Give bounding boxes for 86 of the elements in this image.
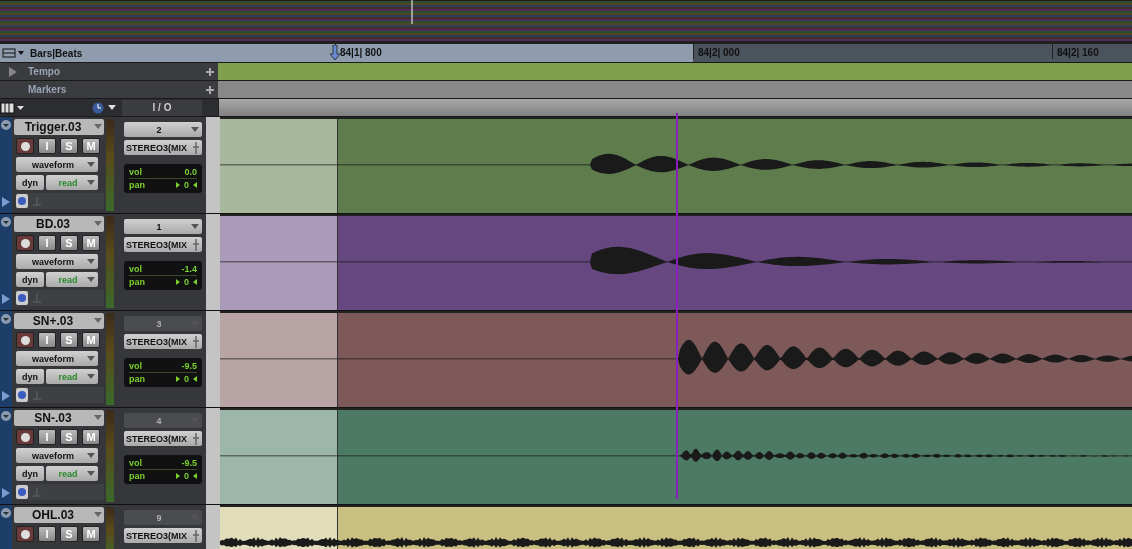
- record-icon: [20, 335, 30, 345]
- output-dropdown[interactable]: STEREO3(MIX: [124, 431, 202, 446]
- collapse-icon[interactable]: [1, 217, 11, 227]
- audio-clip[interactable]: [220, 117, 1132, 213]
- input-dropdown[interactable]: 1: [124, 219, 202, 234]
- pan-value[interactable]: 0: [176, 373, 197, 385]
- expand-triangle-icon[interactable]: [2, 488, 10, 498]
- collapse-icon[interactable]: [1, 508, 11, 518]
- fader-icon: [192, 529, 200, 542]
- audio-clip[interactable]: [220, 214, 1132, 310]
- pan-label: pan: [129, 470, 145, 482]
- fader-icon: [192, 238, 200, 251]
- collapse-icon[interactable]: [1, 314, 11, 324]
- voice-icon[interactable]: [16, 194, 28, 208]
- fader-icon: [192, 141, 200, 154]
- collapse-icon[interactable]: [1, 411, 11, 421]
- view-dropdown[interactable]: waveform: [16, 448, 98, 463]
- record-icon: [20, 432, 30, 442]
- pan-value[interactable]: 0: [176, 179, 197, 191]
- record-icon: [20, 529, 30, 539]
- expand-triangle-icon[interactable]: [2, 197, 10, 207]
- expand-triangle-icon[interactable]: [2, 391, 10, 401]
- vol-value[interactable]: -9.5: [181, 457, 197, 469]
- output-dropdown[interactable]: STEREO3(MIX: [124, 237, 202, 252]
- arrow-icon: [193, 376, 197, 382]
- dyn-button[interactable]: dyn: [16, 175, 44, 190]
- record-button[interactable]: [16, 235, 34, 251]
- record-button[interactable]: [16, 429, 34, 445]
- ruler-label: Bars|Beats: [30, 47, 83, 59]
- fader-icon: [192, 432, 200, 445]
- view-dropdown[interactable]: waveform: [16, 254, 98, 269]
- arrow-icon: [176, 182, 180, 188]
- output-dropdown[interactable]: STEREO3(MIX: [124, 140, 202, 155]
- view-dropdown[interactable]: waveform: [16, 351, 98, 366]
- vol-label: vol: [129, 263, 142, 275]
- ruler-tick-label: 84|2| 160: [1052, 44, 1099, 59]
- output-dropdown[interactable]: STEREO3(MIX: [124, 528, 202, 543]
- record-button[interactable]: [16, 526, 34, 542]
- pan-value[interactable]: 0: [176, 276, 197, 288]
- vol-label: vol: [129, 457, 142, 469]
- pan-label: pan: [129, 373, 145, 385]
- arrow-icon: [176, 376, 180, 382]
- arrow-icon: [176, 279, 180, 285]
- expand-triangle-icon[interactable]: [2, 294, 10, 304]
- io-column-header: I / O: [122, 99, 202, 116]
- expand-triangle-icon[interactable]: [8, 66, 18, 77]
- ruler-row-label: Tempo: [28, 66, 62, 77]
- record-icon: [20, 141, 30, 151]
- view-dropdown[interactable]: waveform: [16, 157, 98, 172]
- voice-icon[interactable]: [16, 291, 28, 305]
- arrow-icon: [193, 182, 197, 188]
- vol-value[interactable]: -1.4: [181, 263, 197, 275]
- level-meter: [106, 507, 114, 549]
- vol-value[interactable]: 0.0: [184, 166, 197, 178]
- record-icon: [20, 238, 30, 248]
- pan-label: pan: [129, 276, 145, 288]
- dyn-button[interactable]: dyn: [16, 369, 44, 384]
- pan-label: pan: [129, 179, 145, 191]
- add-icon[interactable]: [206, 67, 214, 76]
- voice-icon[interactable]: [16, 388, 28, 402]
- dyn-button[interactable]: dyn: [16, 466, 44, 481]
- arrow-icon: [193, 473, 197, 479]
- record-button[interactable]: [16, 332, 34, 348]
- collapse-icon[interactable]: [1, 120, 11, 130]
- voice-icon[interactable]: [16, 485, 28, 499]
- audio-clip[interactable]: [220, 505, 1132, 549]
- vol-value[interactable]: -9.5: [181, 360, 197, 372]
- fader-icon: [192, 335, 200, 348]
- input-dropdown[interactable]: 2: [124, 122, 202, 137]
- ruler-tick-label: 84|2| 000: [693, 44, 740, 59]
- menu-icon[interactable]: [2, 48, 26, 58]
- arrow-icon: [176, 473, 180, 479]
- vol-label: vol: [129, 166, 142, 178]
- audio-clip[interactable]: [220, 408, 1132, 504]
- dyn-button[interactable]: dyn: [16, 272, 44, 287]
- ruler-row-label: Markers: [28, 84, 68, 95]
- insertion-marker-icon[interactable]: [330, 45, 340, 61]
- record-button[interactable]: [16, 138, 34, 154]
- arrow-icon: [193, 279, 197, 285]
- add-icon[interactable]: [206, 85, 214, 94]
- clock-icon[interactable]: [92, 101, 118, 114]
- audio-clip[interactable]: [220, 311, 1132, 407]
- vol-label: vol: [129, 360, 142, 372]
- pan-value[interactable]: 0: [176, 470, 197, 482]
- output-dropdown[interactable]: STEREO3(MIX: [124, 334, 202, 349]
- column-view-icon[interactable]: [0, 101, 26, 114]
